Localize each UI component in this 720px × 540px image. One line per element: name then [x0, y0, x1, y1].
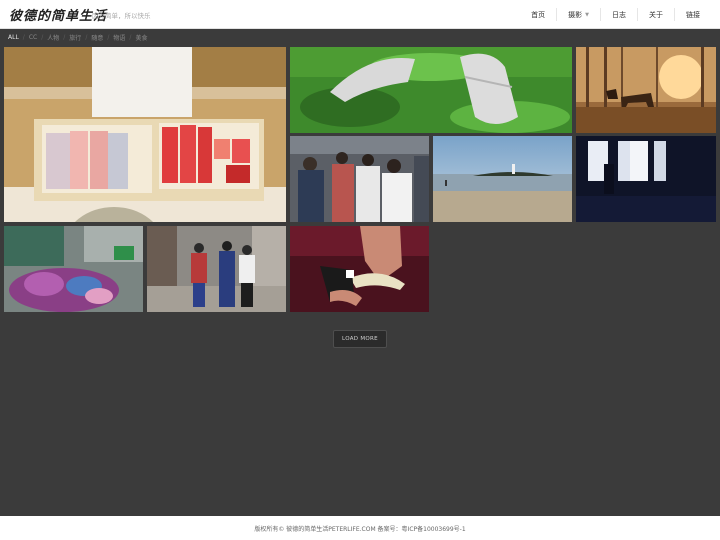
site-footer: 版权所有© 彼德的简单生活PETERLIFE.COM 备案号：粤ICP备1000…	[0, 516, 720, 540]
filter-separator: /	[41, 33, 44, 41]
photo-beach-image	[433, 136, 572, 222]
photo-horses-image	[576, 47, 716, 133]
nav-label: 关于	[649, 10, 663, 19]
photo-wedding-shoes-image	[290, 226, 429, 312]
main-nav: 首页 摄影 ▼ 日志 关于 链接	[520, 0, 711, 29]
nav-item-journal[interactable]: 日志	[600, 8, 637, 21]
filter-separator: /	[107, 33, 110, 41]
photo-flowers-image	[4, 226, 143, 312]
nav-item-home[interactable]: 首页	[520, 8, 556, 21]
filter-food[interactable]: 美食	[135, 33, 147, 42]
nav-label: 首页	[531, 10, 546, 19]
nav-label: 摄影	[568, 10, 583, 19]
photo-crowd-image	[290, 136, 429, 222]
footer-copyright: 版权所有© 彼德的简单生活PETERLIFE.COM 备案号：粤ICP备1000…	[254, 525, 466, 533]
photo-tile-wedding-shoes[interactable]	[290, 226, 429, 312]
category-filter-bar: ALL / CC / 人物 / 旅行 / 随意 / 物语 / 美食	[8, 32, 147, 42]
photo-sushi-image	[4, 47, 286, 222]
nav-item-about[interactable]: 关于	[637, 8, 674, 21]
nav-item-photography[interactable]: 摄影 ▼	[556, 8, 600, 21]
filter-travel[interactable]: 旅行	[69, 33, 81, 42]
chevron-down-icon: ▼	[585, 11, 589, 18]
filter-separator: /	[63, 33, 66, 41]
site-tagline: 因为简单，所以快乐	[92, 12, 151, 20]
filter-separator: /	[22, 33, 25, 41]
filter-separator: /	[129, 33, 132, 41]
photo-street-women-image	[147, 226, 286, 312]
load-more-button[interactable]: LOAD MORE	[333, 330, 387, 348]
photo-tile-sneakers[interactable]	[290, 47, 572, 133]
photo-tile-beach[interactable]	[433, 136, 572, 222]
filter-separator: /	[85, 33, 88, 41]
photo-sneakers-image	[290, 47, 572, 133]
site-header: 彼德的简单生活 因为简单，所以快乐 首页 摄影 ▼ 日志 关于 链接	[0, 0, 720, 29]
photo-tile-sushi[interactable]	[4, 47, 286, 222]
photo-tile-window[interactable]	[576, 136, 716, 222]
filter-stories[interactable]: 物语	[113, 33, 125, 42]
photo-tile-horses[interactable]	[576, 47, 716, 133]
filter-all[interactable]: ALL	[8, 34, 19, 41]
filter-people[interactable]: 人物	[47, 33, 59, 42]
filter-cc[interactable]: CC	[29, 34, 37, 41]
photo-tile-flowers[interactable]	[4, 226, 143, 312]
photo-window-image	[576, 136, 716, 222]
photo-tile-crowd[interactable]	[290, 136, 429, 222]
nav-item-links[interactable]: 链接	[674, 8, 711, 21]
photo-tile-street-women[interactable]	[147, 226, 286, 312]
nav-label: 日志	[612, 10, 626, 19]
filter-casual[interactable]: 随意	[91, 33, 103, 42]
nav-label: 链接	[686, 10, 700, 19]
